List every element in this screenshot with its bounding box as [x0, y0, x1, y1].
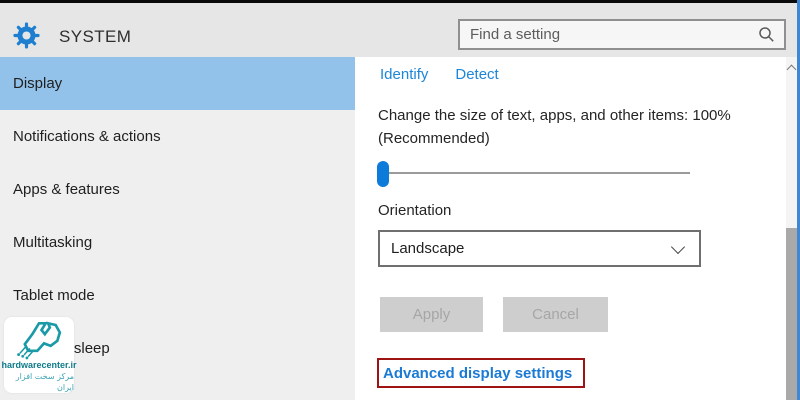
sidebar-item-label: Notifications & actions: [13, 128, 161, 145]
display-action-links: Identify Detect: [380, 66, 499, 83]
scroll-up-icon[interactable]: [787, 65, 797, 75]
sidebar-item-multitasking[interactable]: Multitasking: [0, 216, 355, 269]
identify-link[interactable]: Identify: [380, 66, 428, 83]
scaling-slider-track[interactable]: [378, 172, 690, 174]
orientation-selected-value: Landscape: [391, 240, 464, 257]
scaling-slider-thumb[interactable]: [377, 161, 389, 187]
advanced-display-settings-link[interactable]: Advanced display settings: [383, 365, 572, 382]
settings-window: SYSTEM Display Notifications & actions A…: [0, 0, 800, 400]
wrench-logo-icon: [11, 320, 67, 360]
orientation-dropdown[interactable]: Landscape: [378, 230, 701, 267]
orientation-label: Orientation: [378, 202, 451, 219]
watermark-site-text: hardwarecenter.ir: [1, 360, 76, 371]
scrollbar[interactable]: [786, 57, 797, 400]
scrollbar-thumb[interactable]: [786, 228, 797, 400]
watermark-caption-text: مرکز سخت افزار ایران: [4, 371, 74, 393]
search-icon[interactable]: [758, 26, 775, 43]
watermark-logo: hardwarecenter.ir مرکز سخت افزار ایران: [4, 317, 74, 393]
sidebar-item-tablet-mode[interactable]: Tablet mode: [0, 269, 355, 322]
page-title: SYSTEM: [59, 27, 131, 47]
search-input[interactable]: [460, 26, 758, 43]
settings-gear-icon: [13, 22, 40, 49]
sidebar-item-label: Multitasking: [13, 234, 92, 251]
search-box[interactable]: [458, 19, 786, 50]
apply-button[interactable]: Apply: [380, 297, 483, 332]
scaling-description: Change the size of text, apps, and other…: [378, 104, 773, 150]
sidebar-item-apps-features[interactable]: Apps & features: [0, 163, 355, 216]
chevron-down-icon: [671, 240, 685, 254]
detect-link[interactable]: Detect: [455, 66, 498, 83]
annotation-highlight-box: Advanced display settings: [377, 358, 585, 388]
scaling-description-line2: (Recommended): [378, 127, 773, 150]
sidebar-item-display[interactable]: Display: [0, 57, 355, 110]
sidebar-item-label: Apps & features: [13, 181, 120, 198]
sidebar-item-notifications[interactable]: Notifications & actions: [0, 110, 355, 163]
sidebar-item-label: Display: [13, 75, 62, 92]
sidebar-item-label: Tablet mode: [13, 287, 95, 304]
cancel-button[interactable]: Cancel: [503, 297, 608, 332]
scaling-description-line1: Change the size of text, apps, and other…: [378, 104, 773, 127]
